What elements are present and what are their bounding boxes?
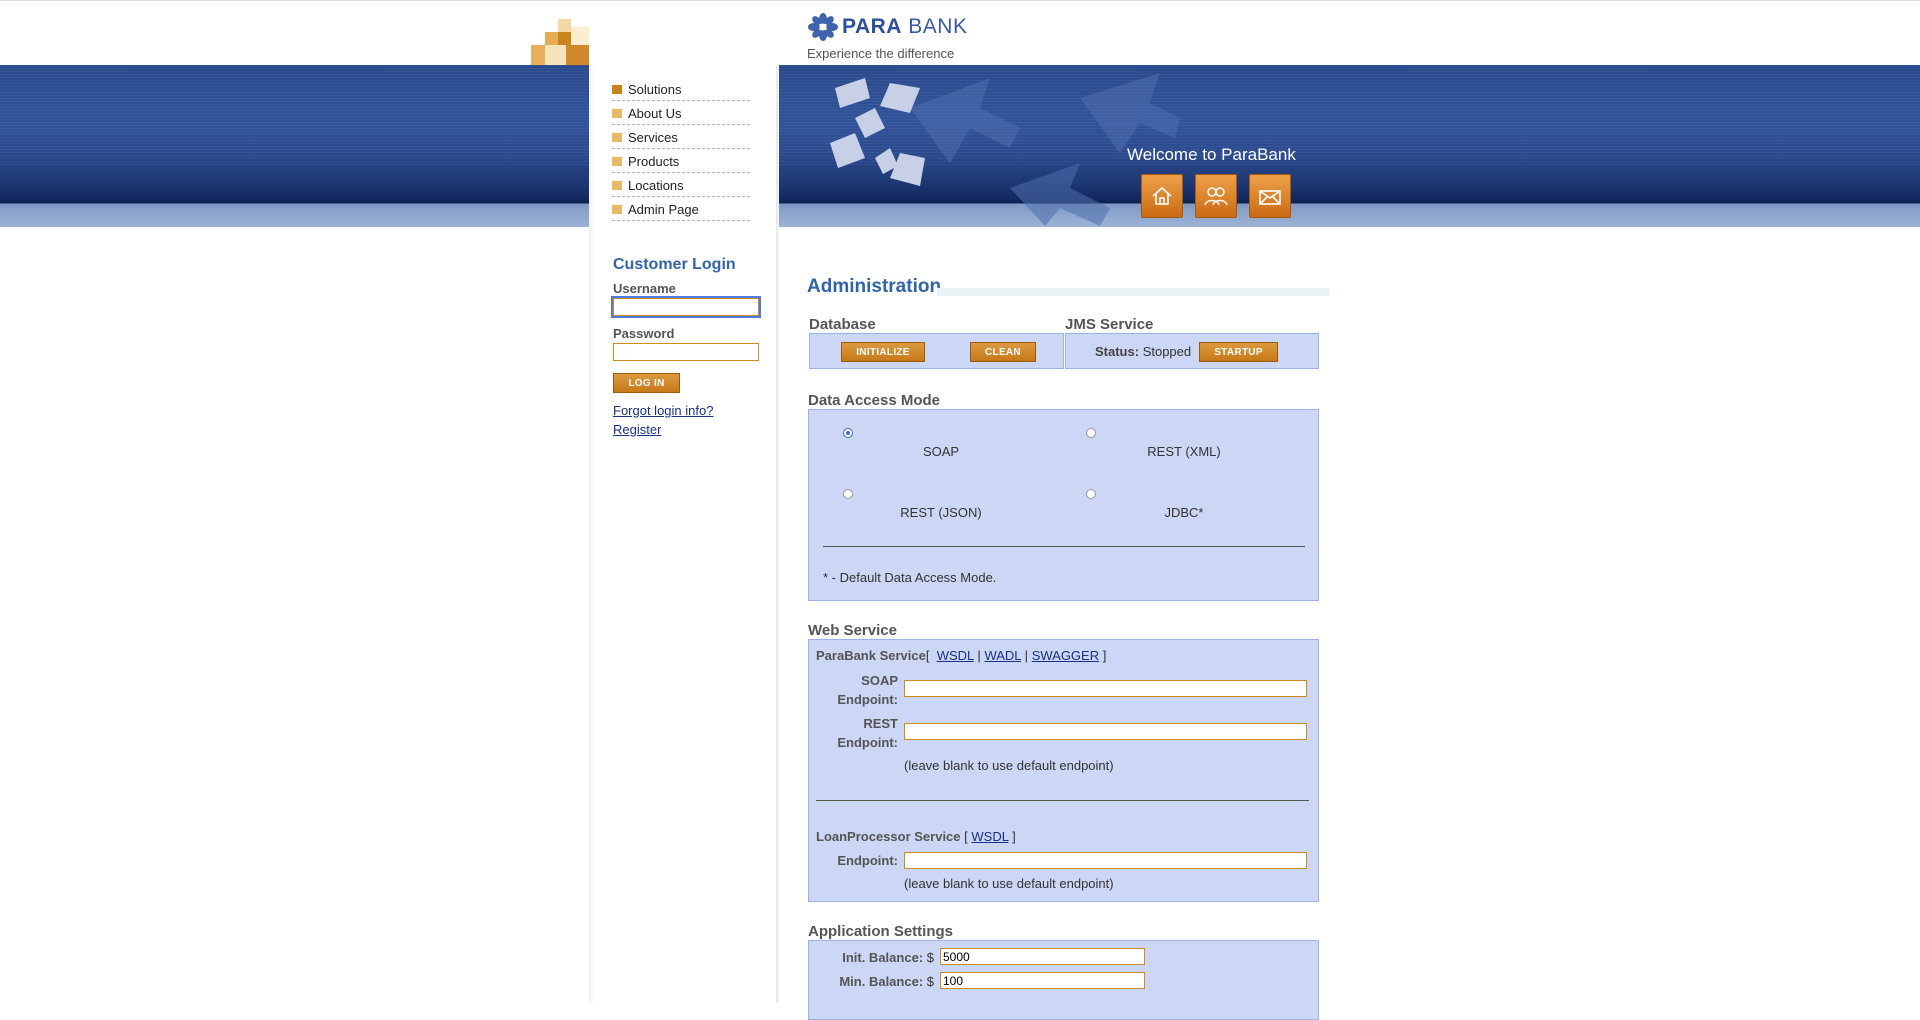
database-jms-section: Database JMS Service INITIALIZE CLEAN St… <box>808 316 1319 380</box>
init-balance-input[interactable] <box>940 948 1145 965</box>
brand-tagline: Experience the difference <box>807 46 955 61</box>
page-title: Administration <box>807 276 942 297</box>
radio-jdbc-label: JDBC* <box>1164 505 1204 520</box>
radio-soap-label: SOAP <box>922 444 960 459</box>
loan-wsdl-link[interactable]: WSDL <box>971 829 1008 844</box>
soap-endpoint-label: SOAP Endpoint: <box>837 673 898 707</box>
welcome-text: Welcome to ParaBank <box>1127 145 1296 164</box>
min-balance-input[interactable] <box>940 972 1145 989</box>
database-title: Database <box>809 316 876 333</box>
home-icon[interactable] <box>1141 174 1183 218</box>
nav-bullet <box>612 180 622 190</box>
page-title-row: Administration <box>807 276 1329 302</box>
startup-button[interactable]: STARTUP <box>1199 342 1278 362</box>
parabank-service-row: ParaBank Service[ WSDL | WADL | SWAGGER … <box>816 648 1107 663</box>
radio-rest-json[interactable] <box>843 489 853 499</box>
wsdl-link[interactable]: WSDL <box>937 648 974 663</box>
radio-soap[interactable] <box>843 428 853 438</box>
title-underline <box>937 288 1329 296</box>
login-button[interactable]: LOG IN <box>613 373 680 393</box>
loanprocessor-service-row: LoanProcessor Service [ WSDL ] <box>816 829 1016 844</box>
left-column-shade <box>589 65 595 1003</box>
database-panel: INITIALIZE CLEAN <box>809 333 1064 369</box>
loan-endpoint-label: Endpoint: <box>837 853 898 868</box>
login-title: Customer Login <box>613 256 736 273</box>
password-label: Password <box>613 326 675 341</box>
brand-logo[interactable]: PARA BANK Experience the difference <box>807 12 967 61</box>
nav-bullet <box>612 204 622 214</box>
nav-bullet <box>612 132 622 142</box>
email-icon[interactable] <box>1249 174 1291 218</box>
clean-button[interactable]: CLEAN <box>970 342 1036 362</box>
nav-bullet <box>612 84 622 94</box>
column-divider <box>776 65 779 1003</box>
nav-item-services[interactable]: Services <box>612 126 750 149</box>
admin-main: Administration Database JMS Service INIT… <box>807 276 1329 1020</box>
nav-item-solutions[interactable]: Solutions <box>612 78 750 101</box>
password-input[interactable] <box>613 343 759 361</box>
min-balance-label: Min. Balance: $ <box>839 974 934 989</box>
divider <box>823 546 1305 547</box>
data-access-title: Data Access Mode <box>808 392 940 409</box>
brand-name: PARA BANK <box>842 15 968 38</box>
username-input[interactable] <box>611 296 761 318</box>
loan-default-endpoint-note: (leave blank to use default endpoint) <box>904 876 1114 891</box>
data-access-panel: SOAP REST (XML) REST (JSON) JDBC* * - De… <box>808 409 1319 601</box>
username-label: Username <box>613 281 676 296</box>
contact-icon[interactable] <box>1195 174 1237 218</box>
web-service-panel: ParaBank Service[ WSDL | WADL | SWAGGER … <box>808 639 1319 902</box>
loan-endpoint-input[interactable] <box>904 852 1307 869</box>
radio-jdbc[interactable] <box>1086 489 1096 499</box>
radio-rest-json-label: REST (JSON) <box>900 505 982 520</box>
logo-squares-graphic <box>531 19 589 65</box>
nav-item-products[interactable]: Products <box>612 150 750 173</box>
radio-rest-xml[interactable] <box>1086 428 1096 438</box>
rest-endpoint-input[interactable] <box>904 723 1307 740</box>
init-balance-label: Init. Balance: $ <box>842 950 934 965</box>
radio-rest-xml-label: REST (XML) <box>1147 444 1221 459</box>
jms-status-value: Stopped <box>1142 344 1192 359</box>
customer-login-panel: Customer Login Username Password LOG IN … <box>611 256 763 437</box>
header-icon-buttons <box>1141 174 1291 218</box>
divider <box>816 800 1309 801</box>
application-settings-panel: Init. Balance: $ Min. Balance: $ <box>808 940 1319 1020</box>
web-service-title: Web Service <box>808 622 897 639</box>
nav-bullet <box>612 108 622 118</box>
swagger-link[interactable]: SWAGGER <box>1032 648 1099 663</box>
nav-bullet <box>612 156 622 166</box>
initialize-button[interactable]: INITIALIZE <box>841 342 925 362</box>
header-arrows-graphic <box>830 73 1180 226</box>
nav-item-admin-page[interactable]: Admin Page <box>612 198 750 221</box>
left-nav-menu: Solutions About Us Services Products Loc… <box>612 78 750 222</box>
jms-status: Status: Stopped <box>1095 344 1192 359</box>
register-link[interactable]: Register <box>613 422 763 437</box>
jms-title: JMS Service <box>1065 316 1154 333</box>
wadl-link[interactable]: WADL <box>984 648 1021 663</box>
nav-item-locations[interactable]: Locations <box>612 174 750 197</box>
nav-item-about-us[interactable]: About Us <box>612 102 750 125</box>
rest-endpoint-label: REST Endpoint: <box>837 716 898 750</box>
top-border <box>0 0 1920 1</box>
default-endpoint-note: (leave blank to use default endpoint) <box>904 758 1114 773</box>
parabank-flower-icon <box>808 13 838 41</box>
soap-endpoint-input[interactable] <box>904 680 1307 697</box>
jms-panel: Status: Stopped STARTUP <box>1065 333 1319 369</box>
default-mode-note: * - Default Data Access Mode. <box>823 570 997 585</box>
application-settings-title: Application Settings <box>808 923 954 940</box>
forgot-login-link[interactable]: Forgot login info? <box>613 403 763 418</box>
